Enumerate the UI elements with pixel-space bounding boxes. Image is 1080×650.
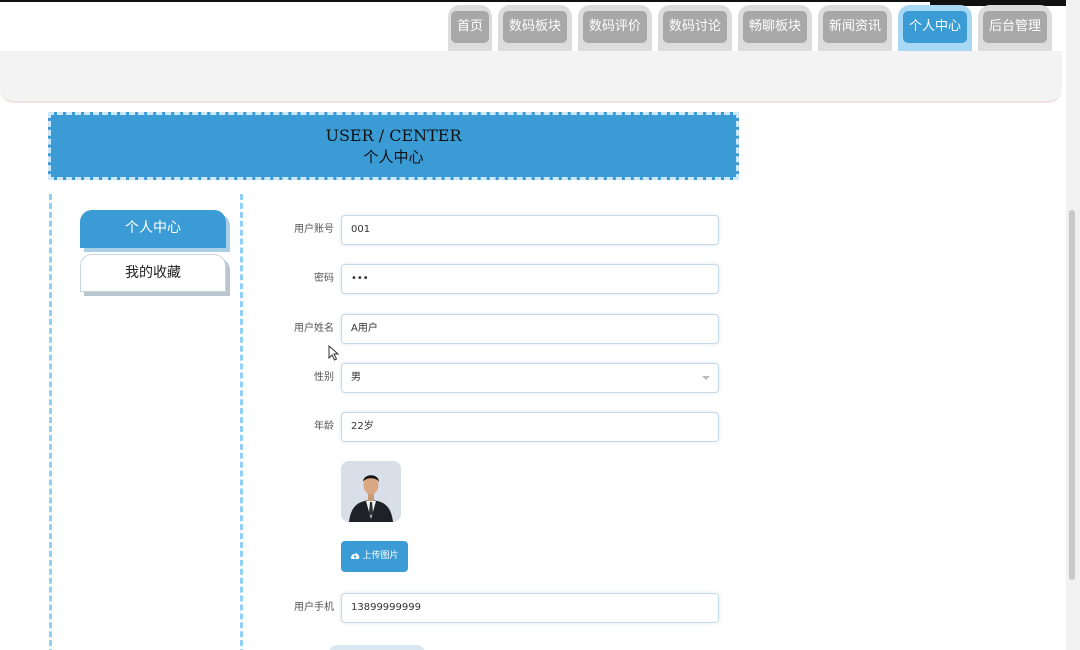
form-row-gender: 性别 男: [260, 363, 720, 393]
nav-tab-home[interactable]: 首页: [448, 5, 492, 51]
password-label: 密码: [314, 273, 334, 284]
nav-tab-digital-section-label: 数码板块: [502, 11, 567, 43]
nav-tab-news-label: 新闻资讯: [822, 11, 887, 43]
header-banner: [0, 51, 1062, 103]
nav-tab-chat-section-label: 畅聊板块: [742, 11, 807, 43]
nav-tab-digital-discussion-label: 数码讨论: [662, 11, 727, 43]
name-input[interactable]: A用户: [341, 314, 719, 344]
top-dark-strip: [0, 0, 930, 2]
age-label: 年龄: [314, 421, 334, 432]
main-nav: 首页 数码板块 数码评价 数码讨论 畅聊板块 新闻资讯 个人中心 后台管理: [448, 5, 1052, 51]
account-input[interactable]: 001: [341, 215, 719, 245]
submit-button-partial[interactable]: [329, 645, 425, 650]
gender-label: 性别: [314, 372, 334, 383]
form-row-phone: 用户手机 13899999999: [260, 593, 720, 623]
sidebar: 个人中心 我的收藏: [49, 194, 243, 650]
nav-tab-user-center-label: 个人中心: [902, 11, 967, 43]
nav-tab-digital-review[interactable]: 数码评价: [578, 5, 652, 51]
page: 首页 数码板块 数码评价 数码讨论 畅聊板块 新闻资讯 个人中心 后台管理 US…: [0, 0, 1080, 650]
upload-image-button[interactable]: 上传图片: [341, 541, 408, 572]
phone-label: 用户手机: [294, 602, 334, 613]
gender-select[interactable]: 男: [341, 363, 719, 393]
form-row-name: 用户姓名 A用户: [260, 314, 720, 344]
page-title-en: USER / CENTER: [325, 126, 462, 145]
nav-tab-digital-review-label: 数码评价: [582, 11, 647, 43]
gender-select-value: 男: [351, 372, 361, 383]
name-label: 用户姓名: [294, 323, 334, 334]
sidebar-item-user-center[interactable]: 个人中心: [80, 210, 226, 248]
nav-tab-user-center[interactable]: 个人中心: [898, 5, 972, 51]
chevron-down-icon: [702, 376, 710, 380]
age-input[interactable]: 22岁: [341, 412, 719, 442]
mouse-pointer-icon: [328, 345, 340, 361]
avatar: [341, 461, 401, 522]
avatar-photo: [341, 461, 401, 522]
page-title-cn: 个人中心: [363, 148, 424, 166]
account-label: 用户账号: [294, 224, 334, 235]
page-heading: USER / CENTER 个人中心: [48, 112, 739, 180]
form-row-password: 密码 •••: [260, 264, 720, 294]
form-row-age: 年龄 22岁: [260, 412, 720, 442]
nav-tab-home-label: 首页: [450, 11, 489, 43]
nav-tab-digital-discussion[interactable]: 数码讨论: [658, 5, 732, 51]
nav-tab-chat-section[interactable]: 畅聊板块: [738, 5, 812, 51]
nav-tab-admin[interactable]: 后台管理: [978, 5, 1052, 51]
cloud-upload-icon: [351, 553, 360, 559]
nav-tab-admin-label: 后台管理: [982, 11, 1047, 43]
scrollbar-thumb[interactable]: [1069, 210, 1075, 580]
nav-tab-digital-section[interactable]: 数码板块: [498, 5, 572, 51]
upload-image-label: 上传图片: [362, 551, 399, 561]
password-input[interactable]: •••: [341, 264, 719, 294]
nav-tab-news[interactable]: 新闻资讯: [818, 5, 892, 51]
sidebar-item-favorites[interactable]: 我的收藏: [80, 254, 226, 292]
form-row-account: 用户账号 001: [260, 215, 720, 245]
phone-input[interactable]: 13899999999: [341, 593, 719, 623]
